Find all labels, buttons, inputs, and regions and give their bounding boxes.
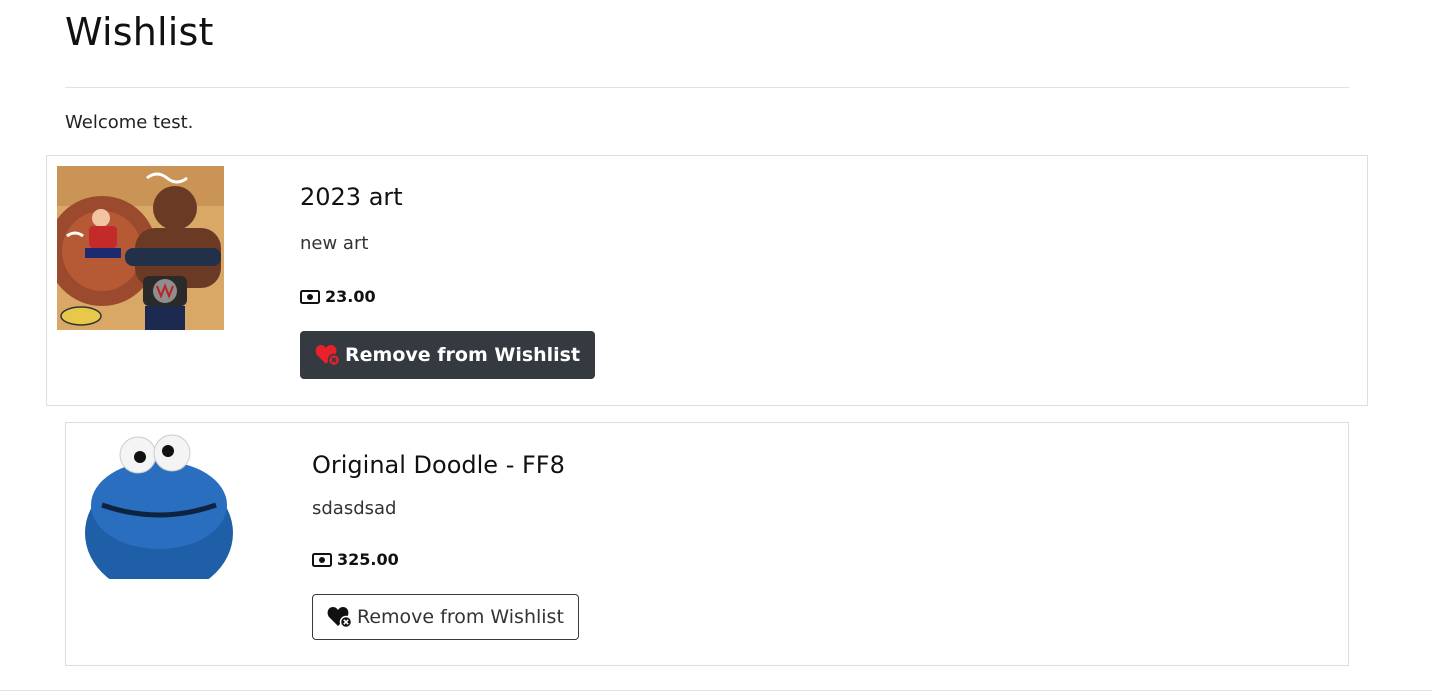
page-title: Wishlist [65, 10, 214, 54]
heart-remove-icon [327, 606, 353, 628]
header-divider [65, 87, 1349, 88]
wishlist-item: Original Doodle - FF8 sdasdsad 325.00 Re… [65, 422, 1349, 666]
item-price: 325.00 [312, 550, 399, 569]
item-title[interactable]: 2023 art [300, 183, 403, 211]
item-description: sdasdsad [312, 498, 397, 519]
product-thumbnail[interactable] [82, 433, 236, 579]
item-price-value: 325.00 [337, 550, 399, 569]
item-description: new art [300, 233, 369, 254]
remove-button-label: Remove from Wishlist [357, 606, 564, 628]
remove-from-wishlist-button[interactable]: Remove from Wishlist [300, 331, 596, 379]
item-price: 23.00 [300, 287, 376, 306]
item-price-value: 23.00 [325, 287, 376, 306]
item-title[interactable]: Original Doodle - FF8 [312, 451, 565, 479]
welcome-message: Welcome test. [65, 112, 194, 133]
remove-button-label: Remove from Wishlist [345, 344, 581, 366]
heart-remove-icon [315, 344, 341, 366]
money-bill-icon [312, 552, 332, 567]
remove-from-wishlist-button[interactable]: Remove from Wishlist [312, 594, 579, 640]
money-bill-icon [300, 289, 320, 304]
wishlist-item: 2023 art new art 23.00 Remove from Wishl… [46, 155, 1368, 406]
footer-divider [0, 690, 1432, 691]
product-thumbnail[interactable] [57, 166, 224, 330]
